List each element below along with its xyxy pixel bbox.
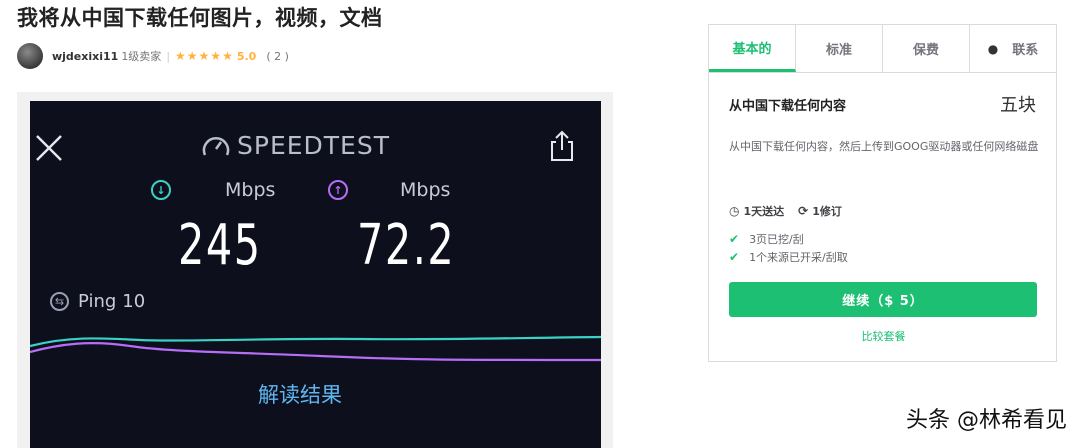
gauge-icon <box>202 136 230 155</box>
download-unit: Mbps <box>225 179 276 201</box>
delivery-time: 1天送达 <box>743 205 785 218</box>
refresh-icon: ⟳ <box>798 204 809 218</box>
gig-gallery[interactable]: SPEEDTEST ↓ Mbps ↑ Mbps 245 72.2 ⇆ Ping … <box>17 92 613 448</box>
package-title: 从中国下载任何内容 <box>729 99 847 114</box>
star-rating-icon: ★★★★★ <box>175 49 234 63</box>
seller-divider: | <box>166 49 171 63</box>
tab-contact-label: 联系 <box>1012 43 1039 58</box>
upload-header: ↑ Mbps <box>328 179 450 201</box>
seller-name[interactable]: wjdexixi11 <box>52 50 118 63</box>
revision-count: 1修订 <box>812 205 842 218</box>
clock-icon: ◷ <box>729 204 740 218</box>
ping-value: 10 <box>122 291 146 312</box>
close-icon <box>36 135 62 161</box>
speed-graph <box>30 335 601 362</box>
seller-info: wjdexixi11 1级卖家 | ★★★★★ 5.0 ( 2 ) <box>17 43 289 69</box>
seller-avatar[interactable] <box>17 43 43 69</box>
check-icon: ✔ <box>729 232 740 246</box>
tab-standard[interactable]: 标准 <box>796 25 883 72</box>
download-speed: 245 <box>178 213 262 278</box>
package-price: 五块 <box>1000 95 1036 116</box>
upload-unit: Mbps <box>400 179 451 201</box>
package-description: 从中国下载任何内容，然后上传到GOOG驱动器或任何网络磁盘 <box>729 140 1039 153</box>
feature-item: ✔ 3页已挖/刮 <box>729 231 804 247</box>
package-tabs: 基本的 标准 保费 ● 联系 <box>709 25 1056 73</box>
share-icon <box>551 130 573 161</box>
review-count[interactable]: ( 2 ) <box>266 50 289 63</box>
tab-basic[interactable]: 基本的 <box>709 25 796 72</box>
upload-speed: 72.2 <box>357 213 456 278</box>
rating-score: 5.0 <box>236 49 257 63</box>
ping-label: Ping <box>78 291 117 312</box>
chat-bubble-icon: ● <box>987 41 999 56</box>
speedtest-brand: SPEEDTEST <box>201 131 390 160</box>
upload-graph-line <box>30 342 601 362</box>
ping-readout: ⇆ Ping 10 <box>50 291 145 312</box>
check-icon: ✔ <box>729 250 740 264</box>
package-panel: 基本的 标准 保费 ● 联系 从中国下载任何内容 五块 从中国下载任何内容，然后… <box>708 24 1057 362</box>
ping-icon: ⇆ <box>50 292 69 311</box>
watermark: 头条 @林希看见 <box>906 408 1067 433</box>
download-arrow-icon: ↓ <box>151 180 171 200</box>
download-header: ↓ Mbps <box>151 179 275 201</box>
compare-packages-link[interactable]: 比较套餐 <box>709 328 1058 344</box>
tab-premium[interactable]: 保费 <box>883 25 970 72</box>
delivery-info: ◷ 1天送达 ⟳ 1修订 <box>729 203 842 219</box>
speedtest-brand-label: SPEEDTEST <box>237 131 390 160</box>
feature-label: 1个来源已开采/刮取 <box>749 251 848 264</box>
continue-button[interactable]: 继续（$ 5） <box>729 282 1037 317</box>
feature-item: ✔ 1个来源已开采/刮取 <box>729 249 848 265</box>
tab-contact[interactable]: ● 联系 <box>970 25 1056 72</box>
interpret-results-link[interactable]: 解读结果 <box>258 379 342 409</box>
gig-title: 我将从中国下载任何图片，视频，文档 <box>17 6 383 30</box>
seller-level: 1级卖家 <box>121 50 162 63</box>
speedtest-screenshot: SPEEDTEST ↓ Mbps ↑ Mbps 245 72.2 ⇆ Ping … <box>30 101 601 448</box>
upload-arrow-icon: ↑ <box>328 180 348 200</box>
feature-label: 3页已挖/刮 <box>749 233 804 246</box>
